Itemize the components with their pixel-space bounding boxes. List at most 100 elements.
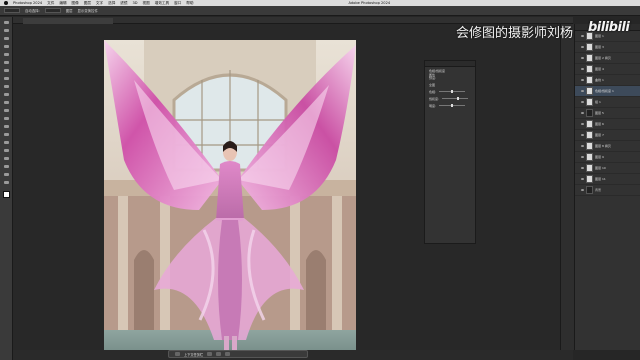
eyedropper-tool-icon[interactable]	[3, 60, 10, 65]
layer-option[interactable]: 图层	[66, 8, 73, 13]
apple-icon[interactable]	[4, 1, 8, 5]
layer-thumbnail	[586, 65, 593, 73]
layer-thumbnail	[586, 43, 593, 51]
layer-row[interactable]: 图层 6	[575, 119, 640, 130]
visibility-eye-icon[interactable]	[581, 101, 584, 103]
layers-panel: 图层 1 图层 3 图层 2 拷贝 图层 4 曲线 1 色相/饱和度 1组 1 图层 5 图层…	[574, 24, 640, 350]
lightness-slider[interactable]	[439, 104, 466, 107]
healing-brush-icon[interactable]	[3, 68, 10, 73]
layer-name: 图层 5	[595, 111, 604, 115]
layer-row[interactable]: 图层 8 拷贝	[575, 141, 640, 152]
hue-slider-row: 色相:	[425, 88, 475, 95]
tools-panel	[0, 17, 13, 360]
visibility-eye-icon[interactable]	[581, 189, 584, 191]
taskbar-mask-icon[interactable]	[207, 352, 213, 356]
layer-name: 背景	[595, 188, 602, 192]
hue-label: 色相:	[429, 89, 437, 94]
visibility-eye-icon[interactable]	[581, 46, 584, 48]
visibility-eye-icon[interactable]	[581, 145, 584, 147]
layer-row[interactable]: 图层 4	[575, 64, 640, 75]
visibility-eye-icon[interactable]	[581, 167, 584, 169]
marquee-tool-icon[interactable]	[3, 28, 10, 33]
options-bar: 自动选择: 图层 显示变换控件	[0, 6, 640, 16]
channel-dropdown[interactable]: 全图	[429, 83, 435, 87]
layer-row[interactable]: 图层 10	[575, 163, 640, 174]
layer-name: 图层 4	[595, 67, 604, 71]
layer-thumbnail	[586, 175, 593, 183]
lasso-tool-icon[interactable]	[3, 36, 10, 41]
eraser-tool-icon[interactable]	[3, 100, 10, 105]
layer-row[interactable]: 色相/饱和度 1	[575, 86, 640, 97]
clone-stamp-icon[interactable]	[3, 84, 10, 89]
preset-row[interactable]: 预设:	[425, 74, 475, 81]
video-caption: 会修图的摄影师刘杨	[456, 26, 574, 41]
taskbar-transform-icon[interactable]	[216, 352, 222, 356]
visibility-eye-icon[interactable]	[581, 57, 584, 59]
visibility-eye-icon[interactable]	[581, 156, 584, 158]
taskbar-label: 上下文任务栏	[184, 352, 204, 357]
hue-slider-knob[interactable]	[451, 90, 454, 93]
channel-row[interactable]: 全图	[425, 81, 475, 88]
dodge-tool-icon[interactable]	[3, 124, 10, 129]
panel-icon-strip	[560, 24, 574, 350]
move-tool-preset[interactable]	[4, 8, 20, 13]
visibility-eye-icon[interactable]	[581, 68, 584, 70]
layer-row[interactable]: 图层 7	[575, 130, 640, 141]
crop-tool-icon[interactable]	[3, 52, 10, 57]
blur-tool-icon[interactable]	[3, 116, 10, 121]
angel-photo-image	[104, 40, 356, 360]
visibility-eye-icon[interactable]	[581, 134, 584, 136]
layer-name: 图层 11	[595, 177, 606, 181]
layer-name: 曲线 1	[595, 78, 604, 82]
layer-row[interactable]: 图层 11	[575, 174, 640, 185]
shape-tool-icon[interactable]	[3, 156, 10, 161]
visibility-eye-icon[interactable]	[581, 123, 584, 125]
gradient-tool-icon[interactable]	[3, 108, 10, 113]
visibility-eye-icon[interactable]	[581, 35, 584, 37]
visibility-eye-icon[interactable]	[581, 90, 584, 92]
layer-name: 图层 7	[595, 133, 604, 137]
layer-row[interactable]: 图层 3	[575, 42, 640, 53]
more-tools-icon[interactable]	[3, 180, 10, 185]
taskbar-more-icon[interactable]	[225, 352, 231, 356]
saturation-slider[interactable]	[442, 97, 469, 100]
history-brush-icon[interactable]	[3, 92, 10, 97]
visibility-eye-icon[interactable]	[581, 79, 584, 81]
layer-row[interactable]: 图层 2 拷贝	[575, 53, 640, 64]
lightness-slider-knob[interactable]	[451, 104, 454, 107]
layer-thumbnail	[586, 87, 593, 95]
hand-tool-icon[interactable]	[3, 164, 10, 169]
layer-thumbnail	[586, 98, 593, 106]
layer-row[interactable]: 曲线 1	[575, 75, 640, 86]
layer-row[interactable]: 图层 5	[575, 108, 640, 119]
auto-select-dropdown[interactable]	[44, 8, 61, 13]
layer-name: 图层 10	[595, 166, 606, 170]
layer-thumbnail	[586, 131, 593, 139]
canvas-photo[interactable]	[104, 40, 356, 360]
hue-slider[interactable]	[439, 90, 466, 93]
quick-select-tool-icon[interactable]	[3, 44, 10, 49]
layer-name: 图层 6	[595, 122, 604, 126]
show-transform-controls[interactable]: 显示变换控件	[78, 8, 98, 13]
lightness-label: 明度:	[429, 103, 437, 108]
layer-thumbnail	[586, 76, 593, 84]
layer-name: 图层 9	[595, 155, 604, 159]
move-tool-icon[interactable]	[3, 20, 10, 25]
visibility-eye-icon[interactable]	[581, 112, 584, 114]
visibility-eye-icon[interactable]	[581, 178, 584, 180]
layer-row[interactable]: 背景	[575, 185, 640, 196]
foreground-color-swatch[interactable]	[2, 191, 10, 198]
saturation-slider-knob[interactable]	[456, 97, 459, 100]
layer-row[interactable]: 图层 9	[575, 152, 640, 163]
taskbar-select-subject-icon[interactable]	[175, 352, 180, 356]
saturation-label: 饱和度:	[429, 96, 440, 101]
pen-tool-icon[interactable]	[3, 132, 10, 137]
layer-row[interactable]: 组 1	[575, 97, 640, 108]
canvas-area[interactable]: 属性 色相/饱和度 预设: 全图 色相: 饱和度: 明度:	[13, 24, 573, 360]
layer-list: 图层 1 图层 3 图层 2 拷贝 图层 4 曲线 1 色相/饱和度 1组 1 图层 5 图层…	[575, 31, 640, 196]
zoom-tool-icon[interactable]	[3, 172, 10, 177]
path-select-icon[interactable]	[3, 148, 10, 153]
layer-thumbnail	[586, 120, 593, 128]
brush-tool-icon[interactable]	[3, 76, 10, 81]
type-tool-icon[interactable]	[3, 140, 10, 145]
